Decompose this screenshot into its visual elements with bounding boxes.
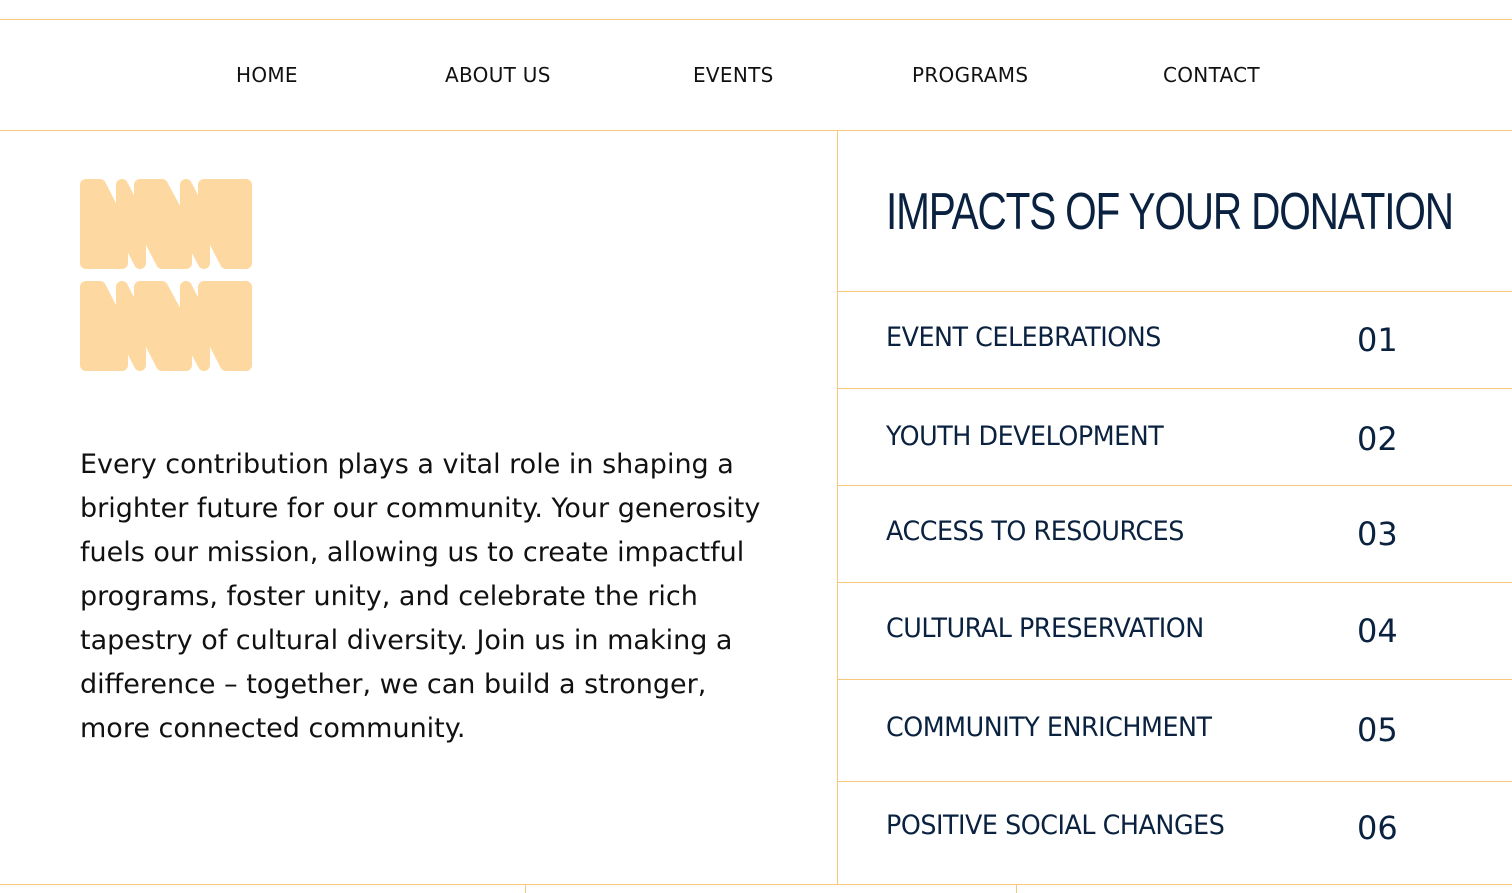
impact-row-divider [838,291,1512,292]
impact-row-divider [838,679,1512,680]
nav-events-link[interactable]: EVENTS [693,63,774,87]
nav-about-link[interactable]: ABOUT US [445,63,551,87]
nav-contact-link[interactable]: CONTACT [1163,63,1260,87]
impact-item-label: COMMUNITY ENRICHMENT [886,712,1212,743]
column-divider [837,130,838,885]
impact-item-label: POSITIVE SOCIAL CHANGES [886,810,1225,841]
impact-item-number: 04 [1357,612,1398,650]
footer-column-divider [525,884,526,893]
impacts-title: IMPACTS OF YOUR DONATION [886,183,1454,241]
top-divider [0,19,1512,20]
nn-logo-icon [78,177,254,373]
impact-item-number: 01 [1357,321,1398,359]
nav-home-link[interactable]: HOME [236,63,298,87]
nav-programs-link[interactable]: PROGRAMS [912,63,1028,87]
impact-item-number: 06 [1357,809,1398,847]
impact-item-label: EVENT CELEBRATIONS [886,322,1161,353]
impact-item-label: CULTURAL PRESERVATION [886,613,1204,644]
impact-item-number: 02 [1357,420,1398,458]
impact-item-number: 05 [1357,711,1398,749]
intro-paragraph: Every contribution plays a vital role in… [80,449,761,744]
footer-column-divider [1016,884,1017,893]
impact-item-label: YOUTH DEVELOPMENT [886,421,1164,452]
impact-row-divider [838,781,1512,782]
impact-row-divider [838,582,1512,583]
nav-bottom-divider [0,130,1512,131]
impact-row-divider [838,388,1512,389]
footer-divider [0,884,1512,885]
impact-row-divider [838,485,1512,486]
impact-item-label: ACCESS TO RESOURCES [886,516,1184,547]
impact-item-number: 03 [1357,515,1398,553]
